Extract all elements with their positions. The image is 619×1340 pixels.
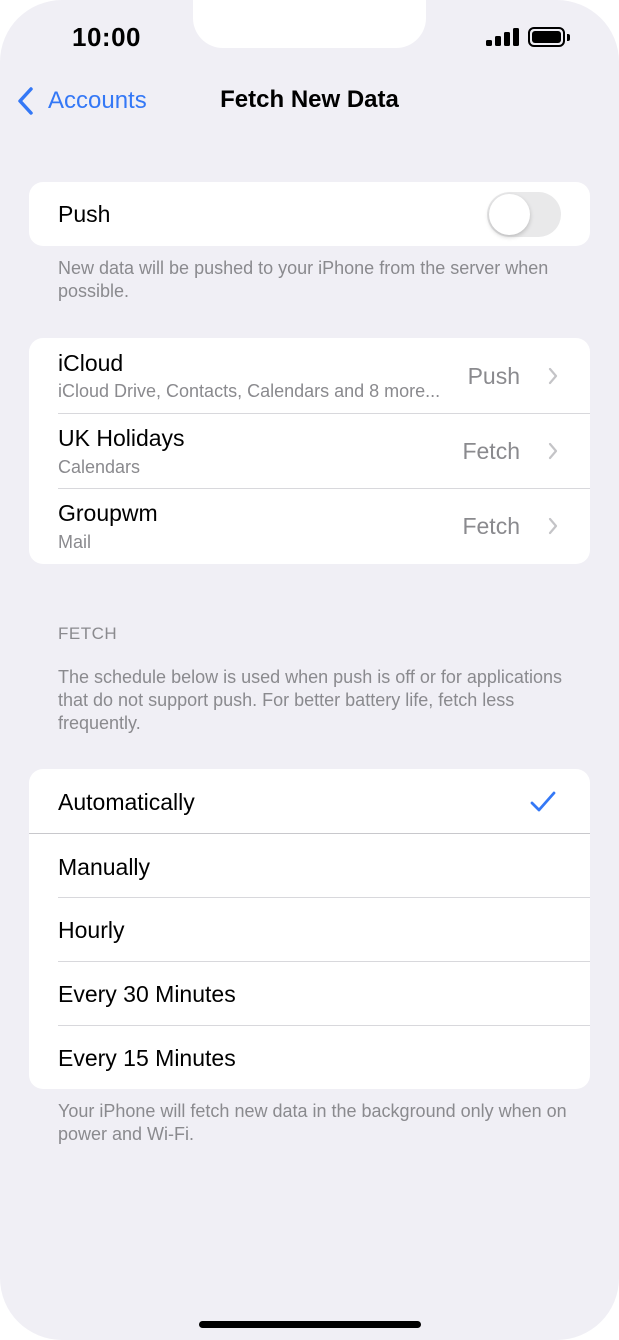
fetch-footer-note: Your iPhone will fetch new data in the b… bbox=[58, 1101, 567, 1144]
status-time: 10:00 bbox=[72, 22, 141, 52]
account-row-icloud[interactable]: iCloud iCloud Drive, Contacts, Calendars… bbox=[29, 338, 590, 413]
account-mode: Push bbox=[467, 363, 520, 389]
phone-screen: 10:00 Accounts Fetch New Data Push New d… bbox=[0, 0, 619, 1340]
toggle-knob bbox=[489, 194, 530, 235]
fetch-option-manually[interactable]: Manually bbox=[29, 834, 590, 897]
option-label: Manually bbox=[58, 854, 151, 880]
fetch-option-hourly[interactable]: Hourly bbox=[29, 898, 590, 961]
fetch-options-group: Automatically Manually Hourly Every 30 M… bbox=[29, 769, 590, 1089]
account-row-uk-holidays[interactable]: UK Holidays Calendars Fetch bbox=[29, 413, 590, 488]
push-group: Push bbox=[29, 182, 590, 246]
push-toggle[interactable] bbox=[487, 192, 561, 237]
option-label: Hourly bbox=[58, 917, 125, 943]
chevron-right-icon bbox=[548, 442, 558, 460]
option-label: Automatically bbox=[58, 789, 195, 815]
account-name: UK Holidays bbox=[58, 425, 185, 451]
notch bbox=[193, 0, 426, 48]
chevron-right-icon bbox=[548, 517, 558, 535]
battery-icon bbox=[528, 27, 572, 47]
fetch-description: The schedule below is used when push is … bbox=[58, 667, 562, 733]
accounts-group: iCloud iCloud Drive, Contacts, Calendars… bbox=[29, 338, 590, 564]
fetch-option-every-15-minutes[interactable]: Every 15 Minutes bbox=[29, 1026, 590, 1089]
push-label: Push bbox=[58, 201, 111, 227]
fetch-section-header: FETCH bbox=[58, 624, 118, 643]
account-mode: Fetch bbox=[462, 438, 520, 464]
chevron-right-icon bbox=[548, 367, 558, 385]
page-title: Fetch New Data bbox=[220, 86, 399, 113]
account-mode: Fetch bbox=[462, 513, 520, 539]
account-detail: iCloud Drive, Contacts, Calendars and 8 … bbox=[58, 381, 441, 401]
push-note: New data will be pushed to your iPhone f… bbox=[58, 258, 549, 301]
home-indicator[interactable] bbox=[199, 1321, 421, 1328]
account-detail: Calendars bbox=[58, 457, 141, 477]
account-row-groupwm[interactable]: Groupwm Mail Fetch bbox=[29, 488, 590, 564]
fetch-option-automatically[interactable]: Automatically bbox=[29, 769, 590, 833]
option-label: Every 30 Minutes bbox=[58, 981, 236, 1007]
account-name: iCloud bbox=[58, 350, 124, 376]
cellular-signal-icon bbox=[486, 28, 520, 46]
account-name: Groupwm bbox=[58, 500, 158, 526]
checkmark-icon bbox=[530, 791, 556, 812]
account-detail: Mail bbox=[58, 532, 92, 552]
fetch-option-every-30-minutes[interactable]: Every 30 Minutes bbox=[29, 962, 590, 1025]
option-label: Every 15 Minutes bbox=[58, 1045, 236, 1071]
push-row: Push bbox=[29, 182, 590, 246]
